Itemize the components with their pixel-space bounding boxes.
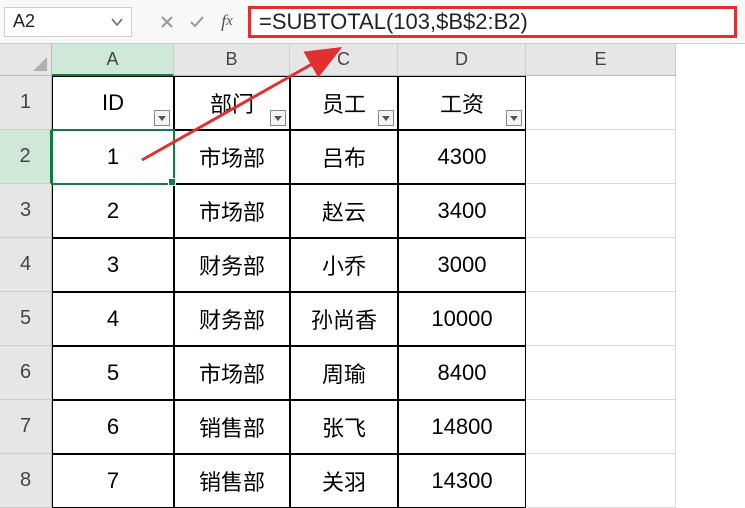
filter-dropdown-icon[interactable] xyxy=(378,110,394,126)
row-header-5[interactable]: 5 xyxy=(0,292,52,346)
cell[interactable]: 销售部 xyxy=(174,400,290,454)
cell[interactable] xyxy=(526,130,676,184)
cell[interactable]: 14800 xyxy=(398,400,526,454)
column-headers: ABCDE xyxy=(52,44,676,76)
column-header-C[interactable]: C xyxy=(290,44,398,76)
row-header-3[interactable]: 3 xyxy=(0,184,52,238)
cell[interactable]: 市场部 xyxy=(174,184,290,238)
header-label: 部门 xyxy=(210,87,254,119)
cell[interactable] xyxy=(526,400,676,454)
header-cell[interactable]: 部门 xyxy=(174,76,290,130)
cell[interactable]: 14300 xyxy=(398,454,526,508)
name-box[interactable]: A2 xyxy=(4,7,132,37)
cell[interactable]: 孙尚香 xyxy=(290,292,398,346)
cell[interactable]: 财务部 xyxy=(174,292,290,346)
column-header-E[interactable]: E xyxy=(526,44,676,76)
cell[interactable]: 吕布 xyxy=(290,130,398,184)
cell[interactable]: 周瑜 xyxy=(290,346,398,400)
header-cell[interactable]: ID xyxy=(52,76,174,130)
cell[interactable]: 5 xyxy=(52,346,174,400)
column-header-A[interactable]: A xyxy=(52,44,174,76)
header-cell[interactable]: 工资 xyxy=(398,76,526,130)
cell[interactable]: 小乔 xyxy=(290,238,398,292)
cell[interactable]: 4300 xyxy=(398,130,526,184)
cell[interactable]: 4 xyxy=(52,292,174,346)
row-header-2[interactable]: 2 xyxy=(0,130,52,184)
formula-bar: A2 fx =SUBTOTAL(103,$B$2:B2) xyxy=(0,0,745,44)
cell[interactable]: 张飞 xyxy=(290,400,398,454)
column-header-D[interactable]: D xyxy=(398,44,526,76)
cell[interactable]: 3000 xyxy=(398,238,526,292)
table-row: 4财务部孙尚香10000 xyxy=(52,292,676,346)
name-box-value: A2 xyxy=(13,11,35,32)
cell[interactable]: 6 xyxy=(52,400,174,454)
row-header-4[interactable]: 4 xyxy=(0,238,52,292)
cell[interactable] xyxy=(526,292,676,346)
cell[interactable]: 财务部 xyxy=(174,238,290,292)
accept-button[interactable] xyxy=(182,7,212,37)
select-all-button[interactable] xyxy=(0,44,52,76)
row-header-1[interactable]: 1 xyxy=(0,76,52,130)
cell[interactable]: 赵云 xyxy=(290,184,398,238)
cell[interactable] xyxy=(526,184,676,238)
cell[interactable] xyxy=(526,346,676,400)
table-row: 3财务部小乔3000 xyxy=(52,238,676,292)
table-row: 1市场部吕布4300 xyxy=(52,130,676,184)
cell[interactable] xyxy=(526,238,676,292)
header-cell[interactable]: 员工 xyxy=(290,76,398,130)
cell[interactable]: 3400 xyxy=(398,184,526,238)
row-header-7[interactable]: 7 xyxy=(0,400,52,454)
formula-input[interactable]: =SUBTOTAL(103,$B$2:B2) xyxy=(248,6,737,38)
table-row: 2市场部赵云3400 xyxy=(52,184,676,238)
cell[interactable]: 7 xyxy=(52,454,174,508)
cell[interactable]: 市场部 xyxy=(174,346,290,400)
row-header-6[interactable]: 6 xyxy=(0,346,52,400)
cell[interactable]: 关羽 xyxy=(290,454,398,508)
filter-dropdown-icon[interactable] xyxy=(270,110,286,126)
row-header-8[interactable]: 8 xyxy=(0,454,52,508)
formula-text: =SUBTOTAL(103,$B$2:B2) xyxy=(259,9,528,35)
cancel-button[interactable] xyxy=(152,7,182,37)
cell[interactable] xyxy=(526,454,676,508)
cell[interactable]: 1 xyxy=(52,130,174,184)
table-row: 5市场部周瑜8400 xyxy=(52,346,676,400)
header-label: 员工 xyxy=(322,87,366,119)
column-header-B[interactable]: B xyxy=(174,44,290,76)
header-label: ID xyxy=(102,90,124,116)
name-box-dropdown-icon[interactable] xyxy=(111,14,123,30)
cell[interactable] xyxy=(526,76,676,130)
cell[interactable]: 市场部 xyxy=(174,130,290,184)
cells-grid: ID部门员工工资1市场部吕布43002市场部赵云34003财务部小乔30004财… xyxy=(52,76,676,508)
table-row: 7销售部关羽14300 xyxy=(52,454,676,508)
row-headers: 12345678 xyxy=(0,76,52,508)
cell[interactable]: 销售部 xyxy=(174,454,290,508)
cell[interactable]: 10000 xyxy=(398,292,526,346)
table-row: 6销售部张飞14800 xyxy=(52,400,676,454)
cell[interactable]: 2 xyxy=(52,184,174,238)
cell[interactable]: 8400 xyxy=(398,346,526,400)
cell[interactable]: 3 xyxy=(52,238,174,292)
filter-dropdown-icon[interactable] xyxy=(154,110,170,126)
insert-function-button[interactable]: fx xyxy=(212,7,242,37)
filter-dropdown-icon[interactable] xyxy=(506,110,522,126)
header-label: 工资 xyxy=(440,87,484,119)
